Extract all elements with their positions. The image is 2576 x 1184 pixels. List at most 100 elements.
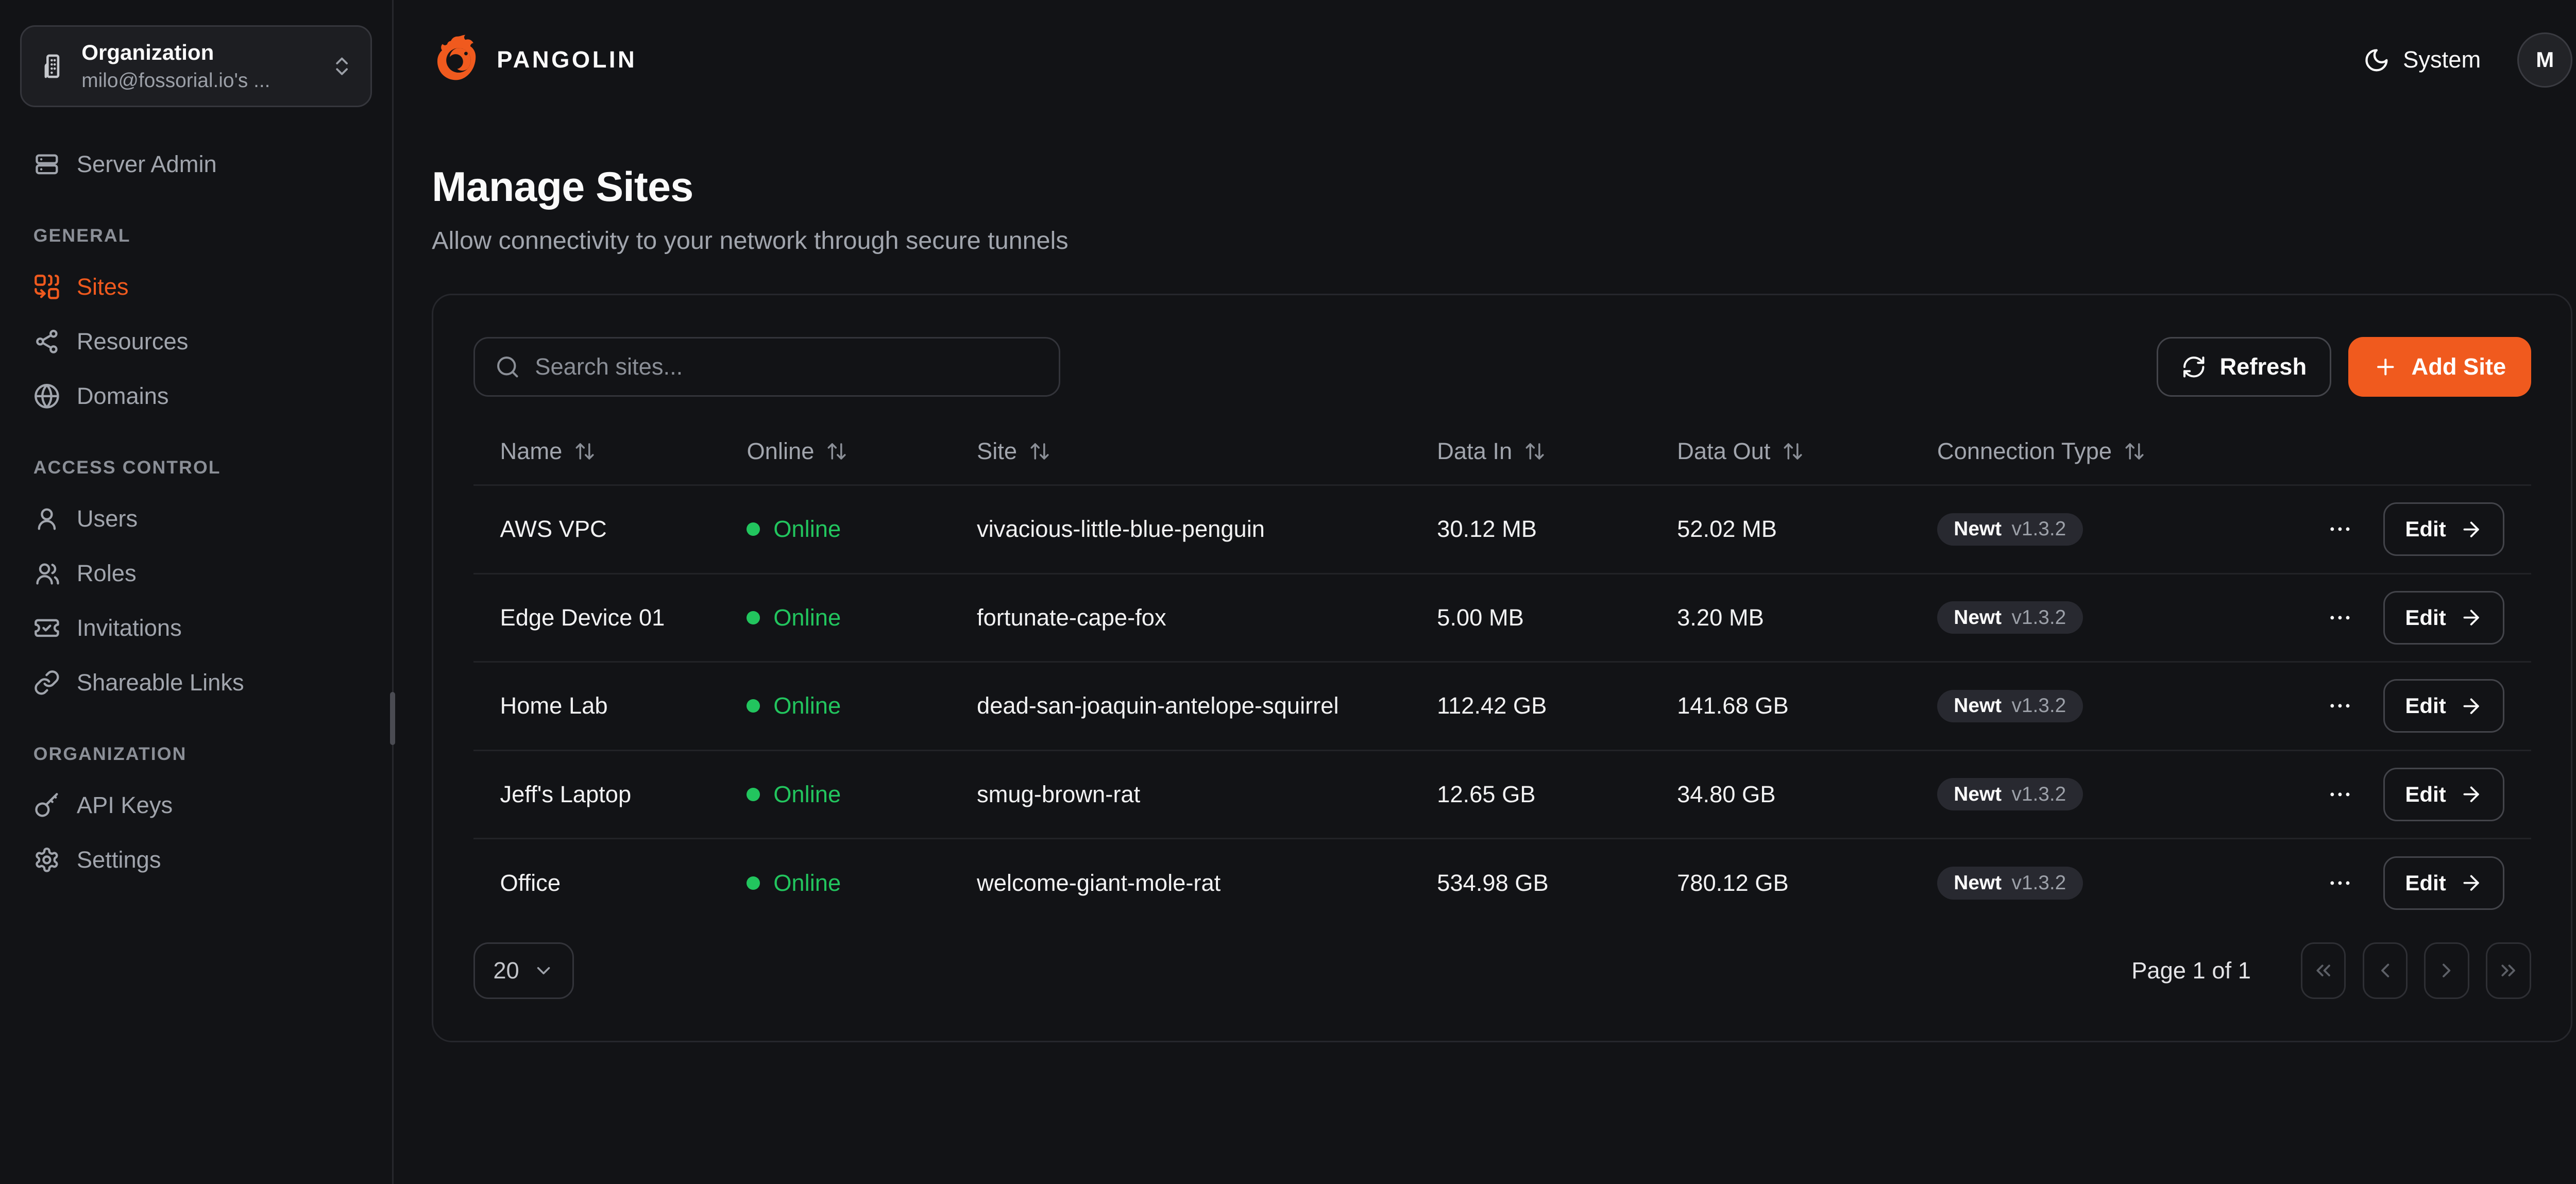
ellipsis-icon [2327,516,2353,543]
row-menu-button[interactable] [2320,774,2361,815]
avatar[interactable]: M [2517,32,2572,88]
site-name-cell: Edge Device 01 [473,573,720,662]
sidebar-item-api-keys[interactable]: API Keys [20,778,372,833]
sidebar-item-settings[interactable]: Settings [20,833,372,887]
connection-type-badge: Newtv1.3.2 [1937,690,2083,722]
site-slug-cell: dead-san-joaquin-antelope-squirrel [950,662,1410,751]
page-size-select[interactable]: 20 [473,942,574,999]
previous-page-button[interactable] [2363,942,2408,999]
gear-icon [33,847,60,873]
chevrons-up-down-icon [330,55,353,78]
sidebar-item-invitations[interactable]: Invitations [20,601,372,655]
sidebar-item-roles[interactable]: Roles [20,546,372,601]
column-header-online[interactable]: Online [747,438,923,465]
moon-icon [2363,47,2390,74]
column-header-connection-type[interactable]: Connection Type [1937,438,2192,465]
globe-icon [33,383,60,410]
search-icon [495,354,520,380]
sidebar-item-resources[interactable]: Resources [20,314,372,369]
sort-icon [1524,441,1546,462]
search-input[interactable] [535,353,1039,380]
sidebar-item-domains[interactable]: Domains [20,369,372,424]
ellipsis-icon [2327,692,2353,719]
data-in-cell: 5.00 MB [1410,573,1650,662]
chevron-left-icon [2374,959,2397,982]
sidebar-item-label: Shareable Links [77,669,244,697]
sidebar-item-label: API Keys [77,791,173,819]
column-header-site[interactable]: Site [977,438,1384,465]
theme-toggle[interactable]: System [2363,46,2481,73]
refresh-button[interactable]: Refresh [2157,337,2332,397]
edit-button[interactable]: Edit [2383,768,2504,821]
column-header-name[interactable]: Name [500,438,693,465]
user-icon [33,505,60,532]
plus-icon [2373,354,2398,380]
sidebar-resize-handle[interactable] [390,692,395,746]
edit-button[interactable]: Edit [2383,591,2504,645]
status-badge: Online [747,781,923,808]
sidebar-nav: Server Admin GENERAL Sites Resources Dom… [20,137,372,887]
row-menu-button[interactable] [2320,598,2361,638]
data-in-cell: 112.42 GB [1410,662,1650,751]
top-bar: PANGOLIN System M [394,0,2576,120]
connection-type-badge: Newtv1.3.2 [1937,867,2083,899]
org-switcher[interactable]: Organization milo@fossorial.io's ... [20,25,372,108]
arrow-right-icon [2460,871,2483,894]
site-name-cell: Office [473,839,720,927]
link-icon [33,669,60,696]
ticket-check-icon [33,615,60,641]
arrow-right-icon [2460,606,2483,629]
sites-table: Name Online Site Data In Data Out Connec… [473,418,2531,927]
sort-icon [826,441,848,462]
server-icon [33,151,60,178]
edit-button[interactable]: Edit [2383,856,2504,910]
pangolin-logo-icon [432,34,483,86]
next-page-button[interactable] [2424,942,2469,999]
key-icon [33,792,60,819]
arrow-right-icon [2460,518,2483,541]
sidebar-section-organization: ORGANIZATION [33,743,359,765]
chevrons-right-icon [2497,959,2520,982]
chevron-right-icon [2435,959,2458,982]
data-in-cell: 30.12 MB [1410,485,1650,574]
edit-button[interactable]: Edit [2383,679,2504,733]
column-header-data-out[interactable]: Data Out [1677,438,1884,465]
column-header-data-in[interactable]: Data In [1437,438,1623,465]
chevrons-left-icon [2312,959,2335,982]
sidebar-section-general: GENERAL [33,225,359,246]
ellipsis-icon [2327,604,2353,631]
app-root: Organization milo@fossorial.io's ... Ser… [0,0,2576,1184]
sort-icon [2124,441,2145,462]
sort-icon [574,441,596,462]
first-page-button[interactable] [2301,942,2346,999]
data-out-cell: 3.20 MB [1650,573,1910,662]
status-badge: Online [747,604,923,631]
row-menu-button[interactable] [2320,509,2361,549]
status-badge: Online [747,870,923,897]
row-menu-button[interactable] [2320,686,2361,726]
sidebar-item-label: Settings [77,846,161,874]
online-dot-icon [747,876,760,890]
add-site-button[interactable]: Add Site [2348,337,2531,397]
table-row: Office Online welcome-giant-mole-rat 534… [473,839,2531,927]
site-name-cell: Jeff's Laptop [473,750,720,839]
sidebar-item-sites[interactable]: Sites [20,260,372,314]
sidebar-item-shareable-links[interactable]: Shareable Links [20,655,372,710]
data-out-cell: 52.02 MB [1650,485,1910,574]
last-page-button[interactable] [2486,942,2531,999]
page-title: Manage Sites [432,163,2572,211]
org-switcher-label: Organization [81,40,214,64]
row-menu-button[interactable] [2320,863,2361,903]
online-dot-icon [747,699,760,713]
brand-logo[interactable]: PANGOLIN [432,34,637,86]
online-dot-icon [747,522,760,536]
sidebar-item-users[interactable]: Users [20,492,372,546]
status-badge: Online [747,692,923,719]
site-slug-cell: fortunate-cape-fox [950,573,1410,662]
data-out-cell: 780.12 GB [1650,839,1910,927]
edit-button[interactable]: Edit [2383,502,2504,556]
sidebar-item-server-admin[interactable]: Server Admin [20,137,372,192]
search-box [473,337,1060,397]
connection-type-badge: Newtv1.3.2 [1937,513,2083,546]
table-row: Edge Device 01 Online fortunate-cape-fox… [473,573,2531,662]
